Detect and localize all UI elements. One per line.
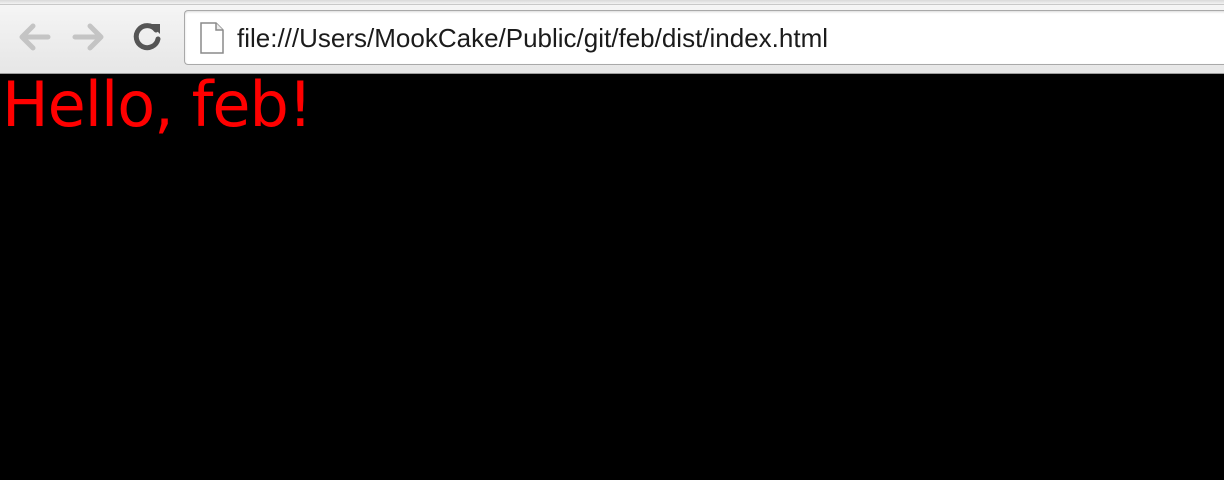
reload-button[interactable] (126, 16, 168, 58)
page-heading: Hello, feb! (2, 68, 313, 141)
address-bar[interactable]: file:///Users/MookCake/Public/git/feb/di… (184, 10, 1224, 65)
browser-toolbar: file:///Users/MookCake/Public/git/feb/di… (0, 0, 1224, 74)
tab-strip (0, 0, 1224, 5)
url-text[interactable]: file:///Users/MookCake/Public/git/feb/di… (237, 24, 828, 52)
page-content: Hello, feb! (0, 74, 1224, 480)
document-icon (200, 22, 224, 54)
reload-icon (133, 23, 161, 51)
back-button[interactable] (13, 16, 55, 58)
arrow-left-icon (19, 23, 51, 51)
arrow-right-icon (72, 23, 104, 51)
forward-button[interactable] (68, 16, 110, 58)
